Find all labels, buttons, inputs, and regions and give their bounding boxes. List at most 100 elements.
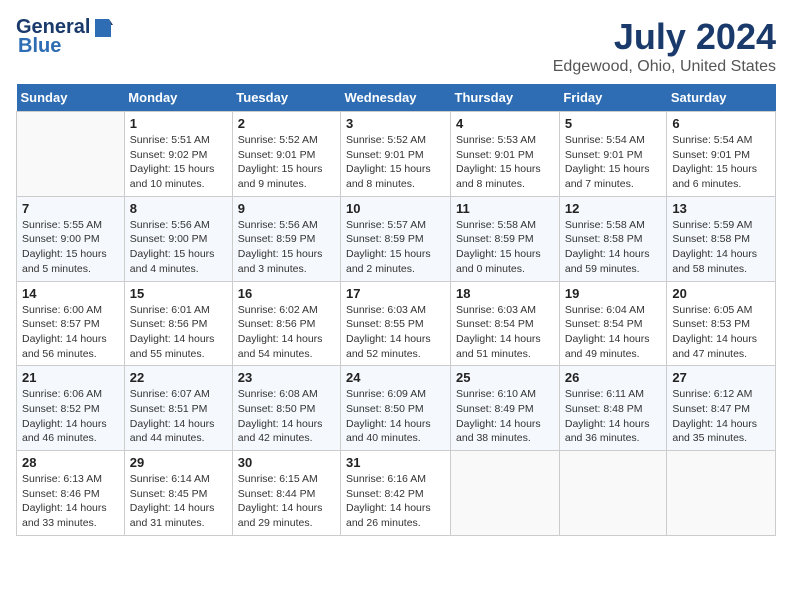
day-info: Sunrise: 6:01 AMSunset: 8:56 PMDaylight:… (130, 303, 227, 362)
day-number: 25 (456, 370, 554, 385)
day-info: Sunrise: 6:00 AMSunset: 8:57 PMDaylight:… (22, 303, 119, 362)
calendar-table: SundayMondayTuesdayWednesdayThursdayFrid… (16, 84, 776, 536)
calendar-cell: 22 Sunrise: 6:07 AMSunset: 8:51 PMDayligh… (124, 366, 232, 451)
day-header-monday: Monday (124, 84, 232, 112)
calendar-cell: 8Sunrise: 5:56 AMSunset: 9:00 PMDaylight… (124, 196, 232, 281)
day-number: 7 (22, 201, 119, 216)
day-info: Sunrise: 5:58 AMSunset: 8:58 PMDaylight:… (565, 218, 662, 277)
calendar-cell: 27 Sunrise: 6:12 AMSunset: 8:47 PMDayligh… (667, 366, 776, 451)
calendar-header-row: SundayMondayTuesdayWednesdayThursdayFrid… (17, 84, 776, 112)
day-header-saturday: Saturday (667, 84, 776, 112)
day-info: Sunrise: 6:04 AMSunset: 8:54 PMDaylight:… (565, 303, 662, 362)
day-header-thursday: Thursday (451, 84, 560, 112)
title-block: July 2024 Edgewood, Ohio, United States (553, 16, 776, 76)
day-info: Sunrise: 5:53 AMSunset: 9:01 PMDaylight:… (456, 133, 554, 192)
day-number: 20 (672, 286, 770, 301)
calendar-cell: 21 Sunrise: 6:06 AMSunset: 8:52 PMDayligh… (17, 366, 125, 451)
day-info: Sunrise: 6:03 AMSunset: 8:54 PMDaylight:… (456, 303, 554, 362)
calendar-cell: 4Sunrise: 5:53 AMSunset: 9:01 PMDaylight… (451, 112, 560, 197)
day-info: Sunrise: 5:52 AMSunset: 9:01 PMDaylight:… (238, 133, 335, 192)
calendar-cell (17, 112, 125, 197)
day-number: 18 (456, 286, 554, 301)
day-info: Sunrise: 5:54 AMSunset: 9:01 PMDaylight:… (672, 133, 770, 192)
day-number: 26 (565, 370, 662, 385)
day-number: 16 (238, 286, 335, 301)
logo: General Blue (16, 16, 113, 58)
calendar-cell: 16 Sunrise: 6:02 AMSunset: 8:56 PMDayligh… (232, 281, 340, 366)
day-number: 1 (130, 116, 227, 131)
day-info: Sunrise: 6:09 AMSunset: 8:50 PMDaylight:… (346, 387, 445, 446)
calendar-cell: 18 Sunrise: 6:03 AMSunset: 8:54 PMDayligh… (451, 281, 560, 366)
day-info: Sunrise: 6:14 AMSunset: 8:45 PMDaylight:… (130, 472, 227, 531)
calendar-cell: 12Sunrise: 5:58 AMSunset: 8:58 PMDayligh… (559, 196, 667, 281)
calendar-cell: 9Sunrise: 5:56 AMSunset: 8:59 PMDaylight… (232, 196, 340, 281)
day-info: Sunrise: 6:11 AMSunset: 8:48 PMDaylight:… (565, 387, 662, 446)
calendar-cell: 31Sunrise: 6:16 AMSunset: 8:42 PMDayligh… (341, 451, 451, 536)
calendar-cell: 1Sunrise: 5:51 AMSunset: 9:02 PMDaylight… (124, 112, 232, 197)
calendar-cell: 3 Sunrise: 5:52 AMSunset: 9:01 PMDaylight… (341, 112, 451, 197)
page-title: July 2024 (553, 16, 776, 58)
day-number: 23 (238, 370, 335, 385)
day-number: 3 (346, 116, 445, 131)
day-number: 31 (346, 455, 445, 470)
day-info: Sunrise: 6:02 AMSunset: 8:56 PMDaylight:… (238, 303, 335, 362)
calendar-cell (667, 451, 776, 536)
day-info: Sunrise: 6:06 AMSunset: 8:52 PMDaylight:… (22, 387, 119, 446)
day-number: 14 (22, 286, 119, 301)
day-header-wednesday: Wednesday (341, 84, 451, 112)
calendar-cell: 10 Sunrise: 5:57 AMSunset: 8:59 PMDayligh… (341, 196, 451, 281)
day-number: 17 (346, 286, 445, 301)
day-number: 5 (565, 116, 662, 131)
calendar-week-row: 21 Sunrise: 6:06 AMSunset: 8:52 PMDayligh… (17, 366, 776, 451)
day-info: Sunrise: 6:05 AMSunset: 8:53 PMDaylight:… (672, 303, 770, 362)
day-number: 11 (456, 201, 554, 216)
day-header-tuesday: Tuesday (232, 84, 340, 112)
calendar-cell: 25 Sunrise: 6:10 AMSunset: 8:49 PMDayligh… (451, 366, 560, 451)
calendar-cell: 24Sunrise: 6:09 AMSunset: 8:50 PMDayligh… (341, 366, 451, 451)
day-info: Sunrise: 6:03 AMSunset: 8:55 PMDaylight:… (346, 303, 445, 362)
day-number: 21 (22, 370, 119, 385)
calendar-cell: 14 Sunrise: 6:00 AMSunset: 8:57 PMDayligh… (17, 281, 125, 366)
day-number: 2 (238, 116, 335, 131)
calendar-week-row: 1Sunrise: 5:51 AMSunset: 9:02 PMDaylight… (17, 112, 776, 197)
day-number: 19 (565, 286, 662, 301)
calendar-cell: 29 Sunrise: 6:14 AMSunset: 8:45 PMDayligh… (124, 451, 232, 536)
day-info: Sunrise: 5:52 AMSunset: 9:01 PMDaylight:… (346, 133, 445, 192)
calendar-cell (559, 451, 667, 536)
calendar-cell: 2 Sunrise: 5:52 AMSunset: 9:01 PMDaylight… (232, 112, 340, 197)
day-number: 13 (672, 201, 770, 216)
day-info: Sunrise: 6:13 AMSunset: 8:46 PMDaylight:… (22, 472, 119, 531)
logo-blue: Blue (18, 35, 61, 58)
day-info: Sunrise: 5:56 AMSunset: 9:00 PMDaylight:… (130, 218, 227, 277)
day-info: Sunrise: 5:58 AMSunset: 8:59 PMDaylight:… (456, 218, 554, 277)
calendar-week-row: 28Sunrise: 6:13 AMSunset: 8:46 PMDayligh… (17, 451, 776, 536)
day-number: 22 (130, 370, 227, 385)
calendar-cell: 6Sunrise: 5:54 AMSunset: 9:01 PMDaylight… (667, 112, 776, 197)
day-number: 27 (672, 370, 770, 385)
day-info: Sunrise: 6:08 AMSunset: 8:50 PMDaylight:… (238, 387, 335, 446)
day-info: Sunrise: 5:57 AMSunset: 8:59 PMDaylight:… (346, 218, 445, 277)
calendar-cell: 30Sunrise: 6:15 AMSunset: 8:44 PMDayligh… (232, 451, 340, 536)
day-number: 9 (238, 201, 335, 216)
day-info: Sunrise: 6:15 AMSunset: 8:44 PMDaylight:… (238, 472, 335, 531)
calendar-cell: 15 Sunrise: 6:01 AMSunset: 8:56 PMDayligh… (124, 281, 232, 366)
calendar-cell: 11 Sunrise: 5:58 AMSunset: 8:59 PMDayligh… (451, 196, 560, 281)
calendar-cell: 23 Sunrise: 6:08 AMSunset: 8:50 PMDayligh… (232, 366, 340, 451)
day-header-sunday: Sunday (17, 84, 125, 112)
day-info: Sunrise: 6:12 AMSunset: 8:47 PMDaylight:… (672, 387, 770, 446)
day-info: Sunrise: 6:07 AMSunset: 8:51 PMDaylight:… (130, 387, 227, 446)
day-info: Sunrise: 5:54 AMSunset: 9:01 PMDaylight:… (565, 133, 662, 192)
day-info: Sunrise: 6:10 AMSunset: 8:49 PMDaylight:… (456, 387, 554, 446)
logo-icon (91, 17, 113, 39)
day-number: 29 (130, 455, 227, 470)
day-number: 10 (346, 201, 445, 216)
day-number: 15 (130, 286, 227, 301)
calendar-cell: 5 Sunrise: 5:54 AMSunset: 9:01 PMDaylight… (559, 112, 667, 197)
calendar-cell (451, 451, 560, 536)
day-info: Sunrise: 5:59 AMSunset: 8:58 PMDaylight:… (672, 218, 770, 277)
page-subtitle: Edgewood, Ohio, United States (553, 58, 776, 76)
day-info: Sunrise: 5:55 AMSunset: 9:00 PMDaylight:… (22, 218, 119, 277)
calendar-cell: 28Sunrise: 6:13 AMSunset: 8:46 PMDayligh… (17, 451, 125, 536)
day-header-friday: Friday (559, 84, 667, 112)
calendar-cell: 7 Sunrise: 5:55 AMSunset: 9:00 PMDaylight… (17, 196, 125, 281)
